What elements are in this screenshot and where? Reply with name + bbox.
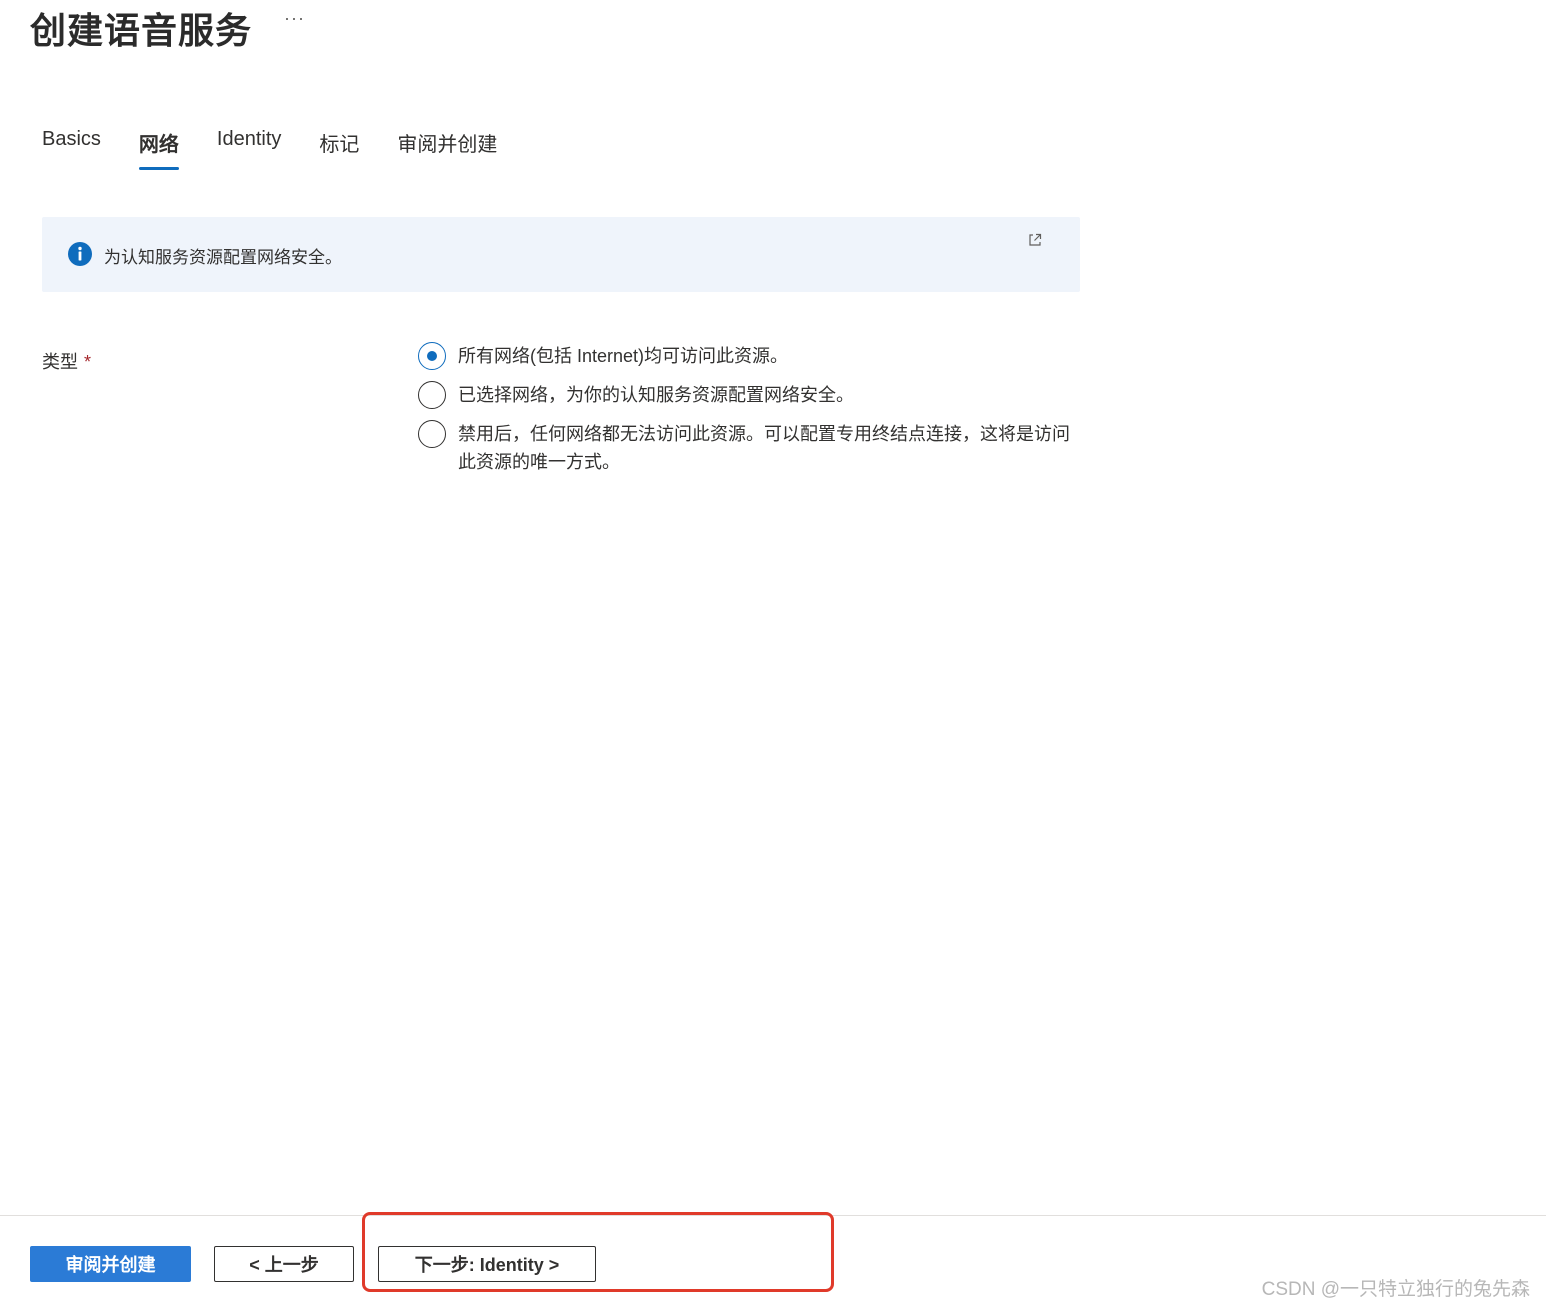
radio-option-all-networks[interactable]: 所有网络(包括 Internet)均可访问此资源。 bbox=[418, 342, 1078, 370]
info-banner: 为认知服务资源配置网络安全。 bbox=[42, 217, 1080, 292]
page-title: 创建语音服务 bbox=[30, 10, 253, 51]
required-indicator: * bbox=[84, 352, 92, 372]
radio-label: 所有网络(包括 Internet)均可访问此资源。 bbox=[458, 346, 789, 366]
radio-option-disabled[interactable]: 禁用后，任何网络都无法访问此资源。可以配置专用终结点连接，这将是访问此资源的唯一… bbox=[418, 420, 1078, 476]
external-link-icon[interactable] bbox=[1028, 233, 1042, 247]
radio-button-checked[interactable] bbox=[418, 342, 446, 370]
radio-label: 禁用后，任何网络都无法访问此资源。可以配置专用终结点连接，这将是访问此资源的唯一… bbox=[458, 424, 1070, 472]
info-text: 为认知服务资源配置网络安全。 bbox=[104, 248, 342, 267]
more-options-icon[interactable]: ··· bbox=[284, 8, 305, 29]
tab-network[interactable]: 网络 bbox=[138, 128, 179, 170]
tab-identity[interactable]: Identity bbox=[217, 128, 281, 170]
watermark: CSDN @一只特立独行的兔先森 bbox=[1261, 1279, 1530, 1300]
radio-button[interactable] bbox=[418, 381, 446, 409]
tab-tags[interactable]: 标记 bbox=[319, 128, 359, 170]
radio-button[interactable] bbox=[418, 420, 446, 448]
network-type-radio-group: 所有网络(包括 Internet)均可访问此资源。 已选择网络，为你的认知服务资… bbox=[418, 342, 1078, 487]
info-icon bbox=[68, 242, 92, 266]
radio-option-selected-networks[interactable]: 已选择网络，为你的认知服务资源配置网络安全。 bbox=[418, 381, 1078, 409]
radio-label: 已选择网络，为你的认知服务资源配置网络安全。 bbox=[458, 385, 854, 405]
type-label: 类型 bbox=[42, 352, 78, 372]
tab-review-create[interactable]: 审阅并创建 bbox=[397, 128, 497, 170]
review-create-button[interactable]: 审阅并创建 bbox=[30, 1246, 191, 1282]
type-field-label: 类型 * bbox=[42, 348, 91, 374]
tab-basics[interactable]: Basics bbox=[42, 128, 101, 170]
annotation-highlight-box bbox=[362, 1212, 834, 1292]
tab-bar: Basics 网络 Identity 标记 审阅并创建 bbox=[42, 128, 535, 170]
previous-button[interactable]: < 上一步 bbox=[214, 1246, 354, 1282]
